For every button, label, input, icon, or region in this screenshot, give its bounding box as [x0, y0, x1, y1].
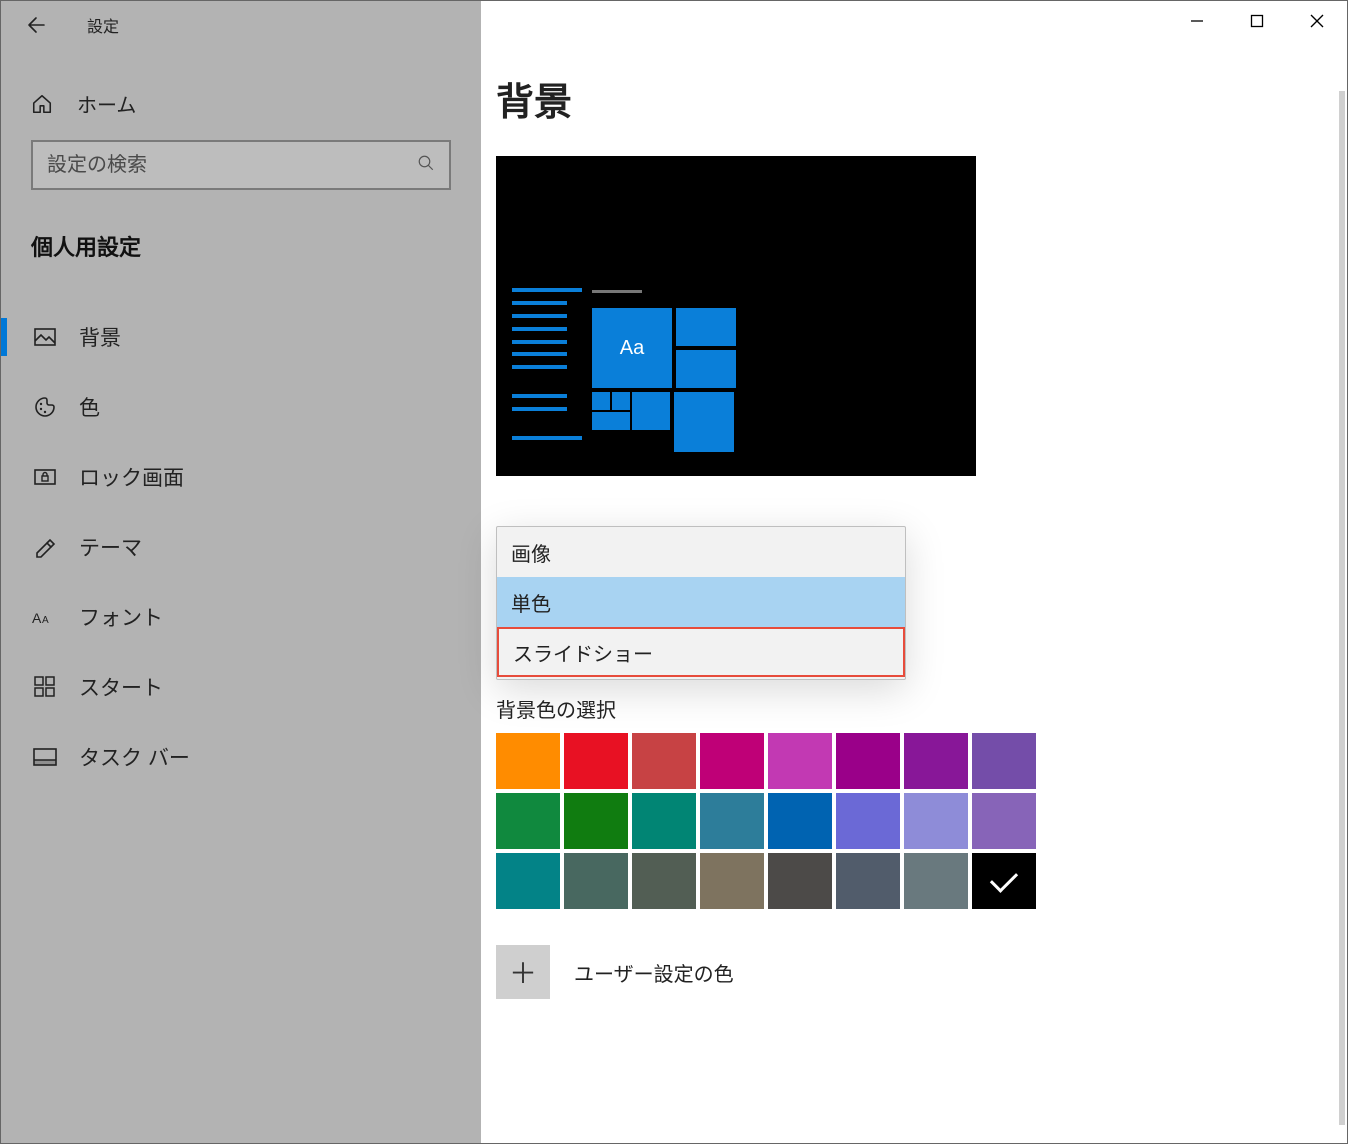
content: 背景 Aa 画像単色スライドショー 背景 [481, 1, 1347, 1143]
back-button[interactable] [23, 13, 47, 37]
nav-home[interactable]: ホーム [31, 89, 451, 118]
dropdown-option[interactable]: 画像 [497, 527, 905, 577]
color-section-label: 背景色の選択 [496, 694, 1347, 723]
custom-color-label: ユーザー設定の色 [574, 958, 734, 987]
color-swatch[interactable] [700, 853, 764, 909]
nav-list: 背景色ロック画面テーマ AA フォントスタートタスク バー [31, 302, 451, 792]
color-swatch[interactable] [496, 853, 560, 909]
color-swatch[interactable] [904, 733, 968, 789]
nav-item-background[interactable]: 背景 [31, 302, 451, 372]
color-swatch[interactable] [632, 853, 696, 909]
home-icon [31, 93, 59, 115]
preview-tasklist [512, 288, 592, 458]
maximize-button[interactable] [1227, 1, 1287, 41]
color-swatch[interactable] [632, 733, 696, 789]
nav-item-lockscreen[interactable]: ロック画面 [31, 442, 451, 512]
color-swatch[interactable] [632, 793, 696, 849]
content-scrollbar[interactable] [1339, 91, 1345, 1125]
preview-aa-tile: Aa [592, 308, 672, 388]
lockscreen-icon [31, 463, 59, 491]
color-swatch[interactable] [836, 793, 900, 849]
window-controls [1167, 1, 1347, 41]
dropdown-option[interactable]: スライドショー [497, 627, 905, 677]
color-swatch[interactable] [496, 793, 560, 849]
custom-color-row[interactable]: ＋ ユーザー設定の色 [496, 945, 1347, 999]
colors-icon [31, 393, 59, 421]
background-icon [31, 323, 59, 351]
color-swatch[interactable] [496, 733, 560, 789]
color-swatch[interactable] [700, 733, 764, 789]
search-icon [417, 154, 435, 177]
taskbar-icon [31, 743, 59, 771]
nav-item-label: スタート [79, 672, 163, 702]
sidebar: 設定 ホーム 個人用設定 背景色ロック画面テーマ AA フォントスタートタスク バー [1, 1, 481, 1143]
nav-item-label: 背景 [79, 322, 121, 352]
close-button[interactable] [1287, 1, 1347, 41]
titlebar: 設定 [1, 1, 481, 49]
color-swatch[interactable] [564, 793, 628, 849]
color-swatch[interactable] [700, 793, 764, 849]
nav-item-label: タスク バー [79, 742, 190, 772]
nav-item-label: テーマ [79, 532, 142, 562]
nav-item-start[interactable]: スタート [31, 652, 451, 722]
color-swatch[interactable] [564, 853, 628, 909]
color-swatch[interactable] [768, 853, 832, 909]
themes-icon [31, 533, 59, 561]
search-box[interactable] [31, 140, 451, 190]
color-swatch[interactable] [972, 853, 1036, 909]
search-input[interactable] [47, 154, 417, 177]
minimize-button[interactable] [1167, 1, 1227, 41]
nav-item-colors[interactable]: 色 [31, 372, 451, 442]
color-swatch[interactable] [768, 793, 832, 849]
color-swatch[interactable] [972, 793, 1036, 849]
svg-text:A: A [32, 610, 42, 626]
color-swatch[interactable] [836, 733, 900, 789]
nav-item-themes[interactable]: テーマ [31, 512, 451, 582]
nav-item-label: フォント [79, 602, 163, 632]
color-swatch[interactable] [564, 733, 628, 789]
nav-item-taskbar[interactable]: タスク バー [31, 722, 451, 792]
nav-home-label: ホーム [77, 89, 136, 118]
start-icon [31, 673, 59, 701]
color-swatch-grid [496, 733, 1040, 909]
dropdown-option[interactable]: 単色 [497, 577, 905, 627]
window-title: 設定 [87, 13, 119, 37]
nav-item-label: ロック画面 [79, 462, 184, 492]
nav-item-fonts[interactable]: AA フォント [31, 582, 451, 652]
page-title: 背景 [496, 71, 1347, 126]
desktop-preview: Aa [496, 156, 976, 476]
color-swatch[interactable] [904, 853, 968, 909]
color-swatch[interactable] [768, 733, 832, 789]
nav-item-label: 色 [79, 392, 100, 422]
color-swatch[interactable] [904, 793, 968, 849]
fonts-icon: AA [31, 603, 59, 631]
color-swatch[interactable] [972, 733, 1036, 789]
svg-text:A: A [42, 615, 49, 626]
category-title: 個人用設定 [31, 230, 451, 262]
plus-icon: ＋ [496, 945, 550, 999]
preview-tiles: Aa [592, 298, 742, 458]
background-dropdown[interactable]: 画像単色スライドショー [496, 526, 906, 680]
color-swatch[interactable] [836, 853, 900, 909]
